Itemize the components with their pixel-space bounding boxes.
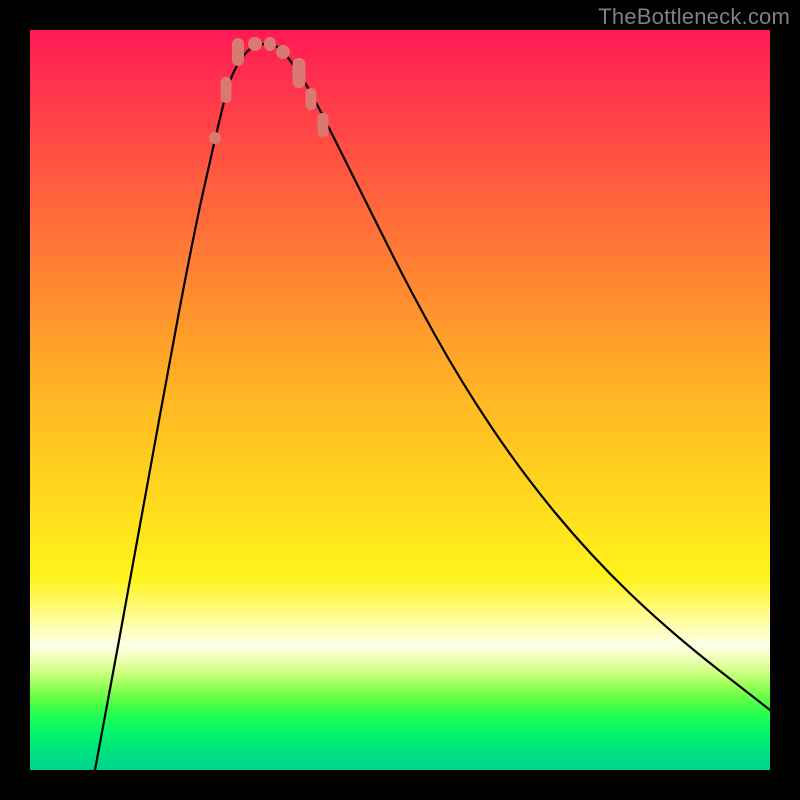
chart-frame: TheBottleneck.com: [0, 0, 800, 800]
curve-marker: [264, 37, 276, 51]
curve-markers: [209, 37, 329, 144]
curve-marker: [276, 45, 290, 59]
watermark-text: TheBottleneck.com: [598, 4, 790, 30]
curve-marker: [306, 88, 317, 110]
curve-marker: [232, 38, 244, 66]
curve-marker: [318, 113, 329, 137]
curve-marker: [293, 58, 306, 88]
bottleneck-curve: [95, 44, 770, 770]
plot-area: [30, 30, 770, 770]
curve-svg: [30, 30, 770, 770]
curve-marker: [209, 132, 221, 144]
curve-marker: [248, 37, 262, 51]
curve-marker: [221, 77, 232, 103]
